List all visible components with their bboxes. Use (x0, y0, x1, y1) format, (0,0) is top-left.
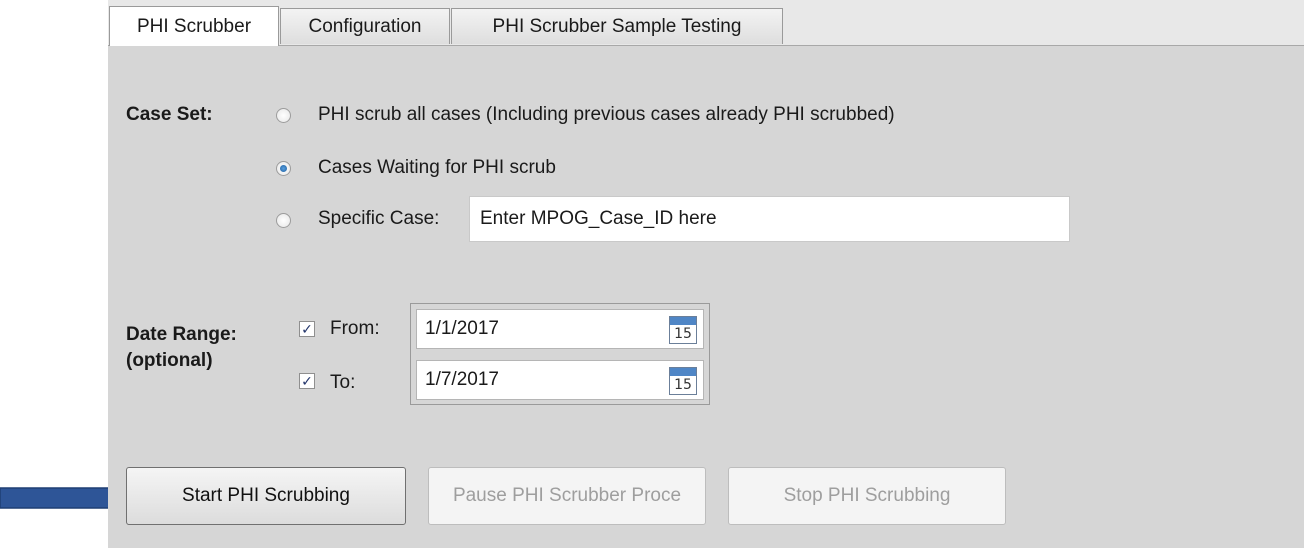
date-range-group: 15 15 (410, 303, 710, 405)
pause-phi-scrubber-button[interactable]: Pause PHI Scrubber Proce (428, 467, 706, 525)
from-date-input[interactable] (419, 312, 669, 346)
tab-phi-scrubber[interactable]: PHI Scrubber (109, 6, 279, 46)
to-date-label: To: (330, 372, 356, 393)
radio-all-cases-label[interactable]: PHI scrub all cases (Including previous … (318, 104, 895, 126)
calendar-day-number: 15 (674, 377, 692, 393)
radio-cases-waiting-label[interactable]: Cases Waiting for PHI scrub (318, 157, 556, 179)
calendar-day-number: 15 (674, 326, 692, 342)
radio-all-cases[interactable] (276, 108, 291, 123)
phi-scrubber-window: PHI Scrubber Configuration PHI Scrubber … (108, 0, 1304, 548)
tab-bar: PHI Scrubber Configuration PHI Scrubber … (108, 0, 1304, 46)
tab-configuration[interactable]: Configuration (280, 8, 450, 44)
from-date-label: From: (330, 318, 380, 339)
to-date-input[interactable] (419, 363, 669, 397)
calendar-icon[interactable]: 15 (669, 367, 697, 395)
from-date-picker[interactable]: 15 (416, 309, 704, 349)
to-date-checkbox[interactable]: ✓ (299, 373, 315, 389)
date-range-label: Date Range: (126, 324, 237, 345)
case-set-label: Case Set: (126, 104, 213, 125)
radio-cases-waiting[interactable] (276, 161, 291, 176)
date-range-optional-label: (optional) (126, 350, 213, 371)
start-phi-scrubbing-button[interactable]: Start PHI Scrubbing (126, 467, 406, 525)
specific-case-input[interactable] (469, 196, 1070, 242)
radio-specific-case[interactable] (276, 213, 291, 228)
to-date-picker[interactable]: 15 (416, 360, 704, 400)
calendar-icon[interactable]: 15 (669, 316, 697, 344)
radio-specific-case-label[interactable]: Specific Case: (318, 208, 439, 230)
tab-phi-scrubber-sample-testing[interactable]: PHI Scrubber Sample Testing (451, 8, 783, 44)
stop-phi-scrubbing-button[interactable]: Stop PHI Scrubbing (728, 467, 1006, 525)
from-date-checkbox[interactable]: ✓ (299, 321, 315, 337)
